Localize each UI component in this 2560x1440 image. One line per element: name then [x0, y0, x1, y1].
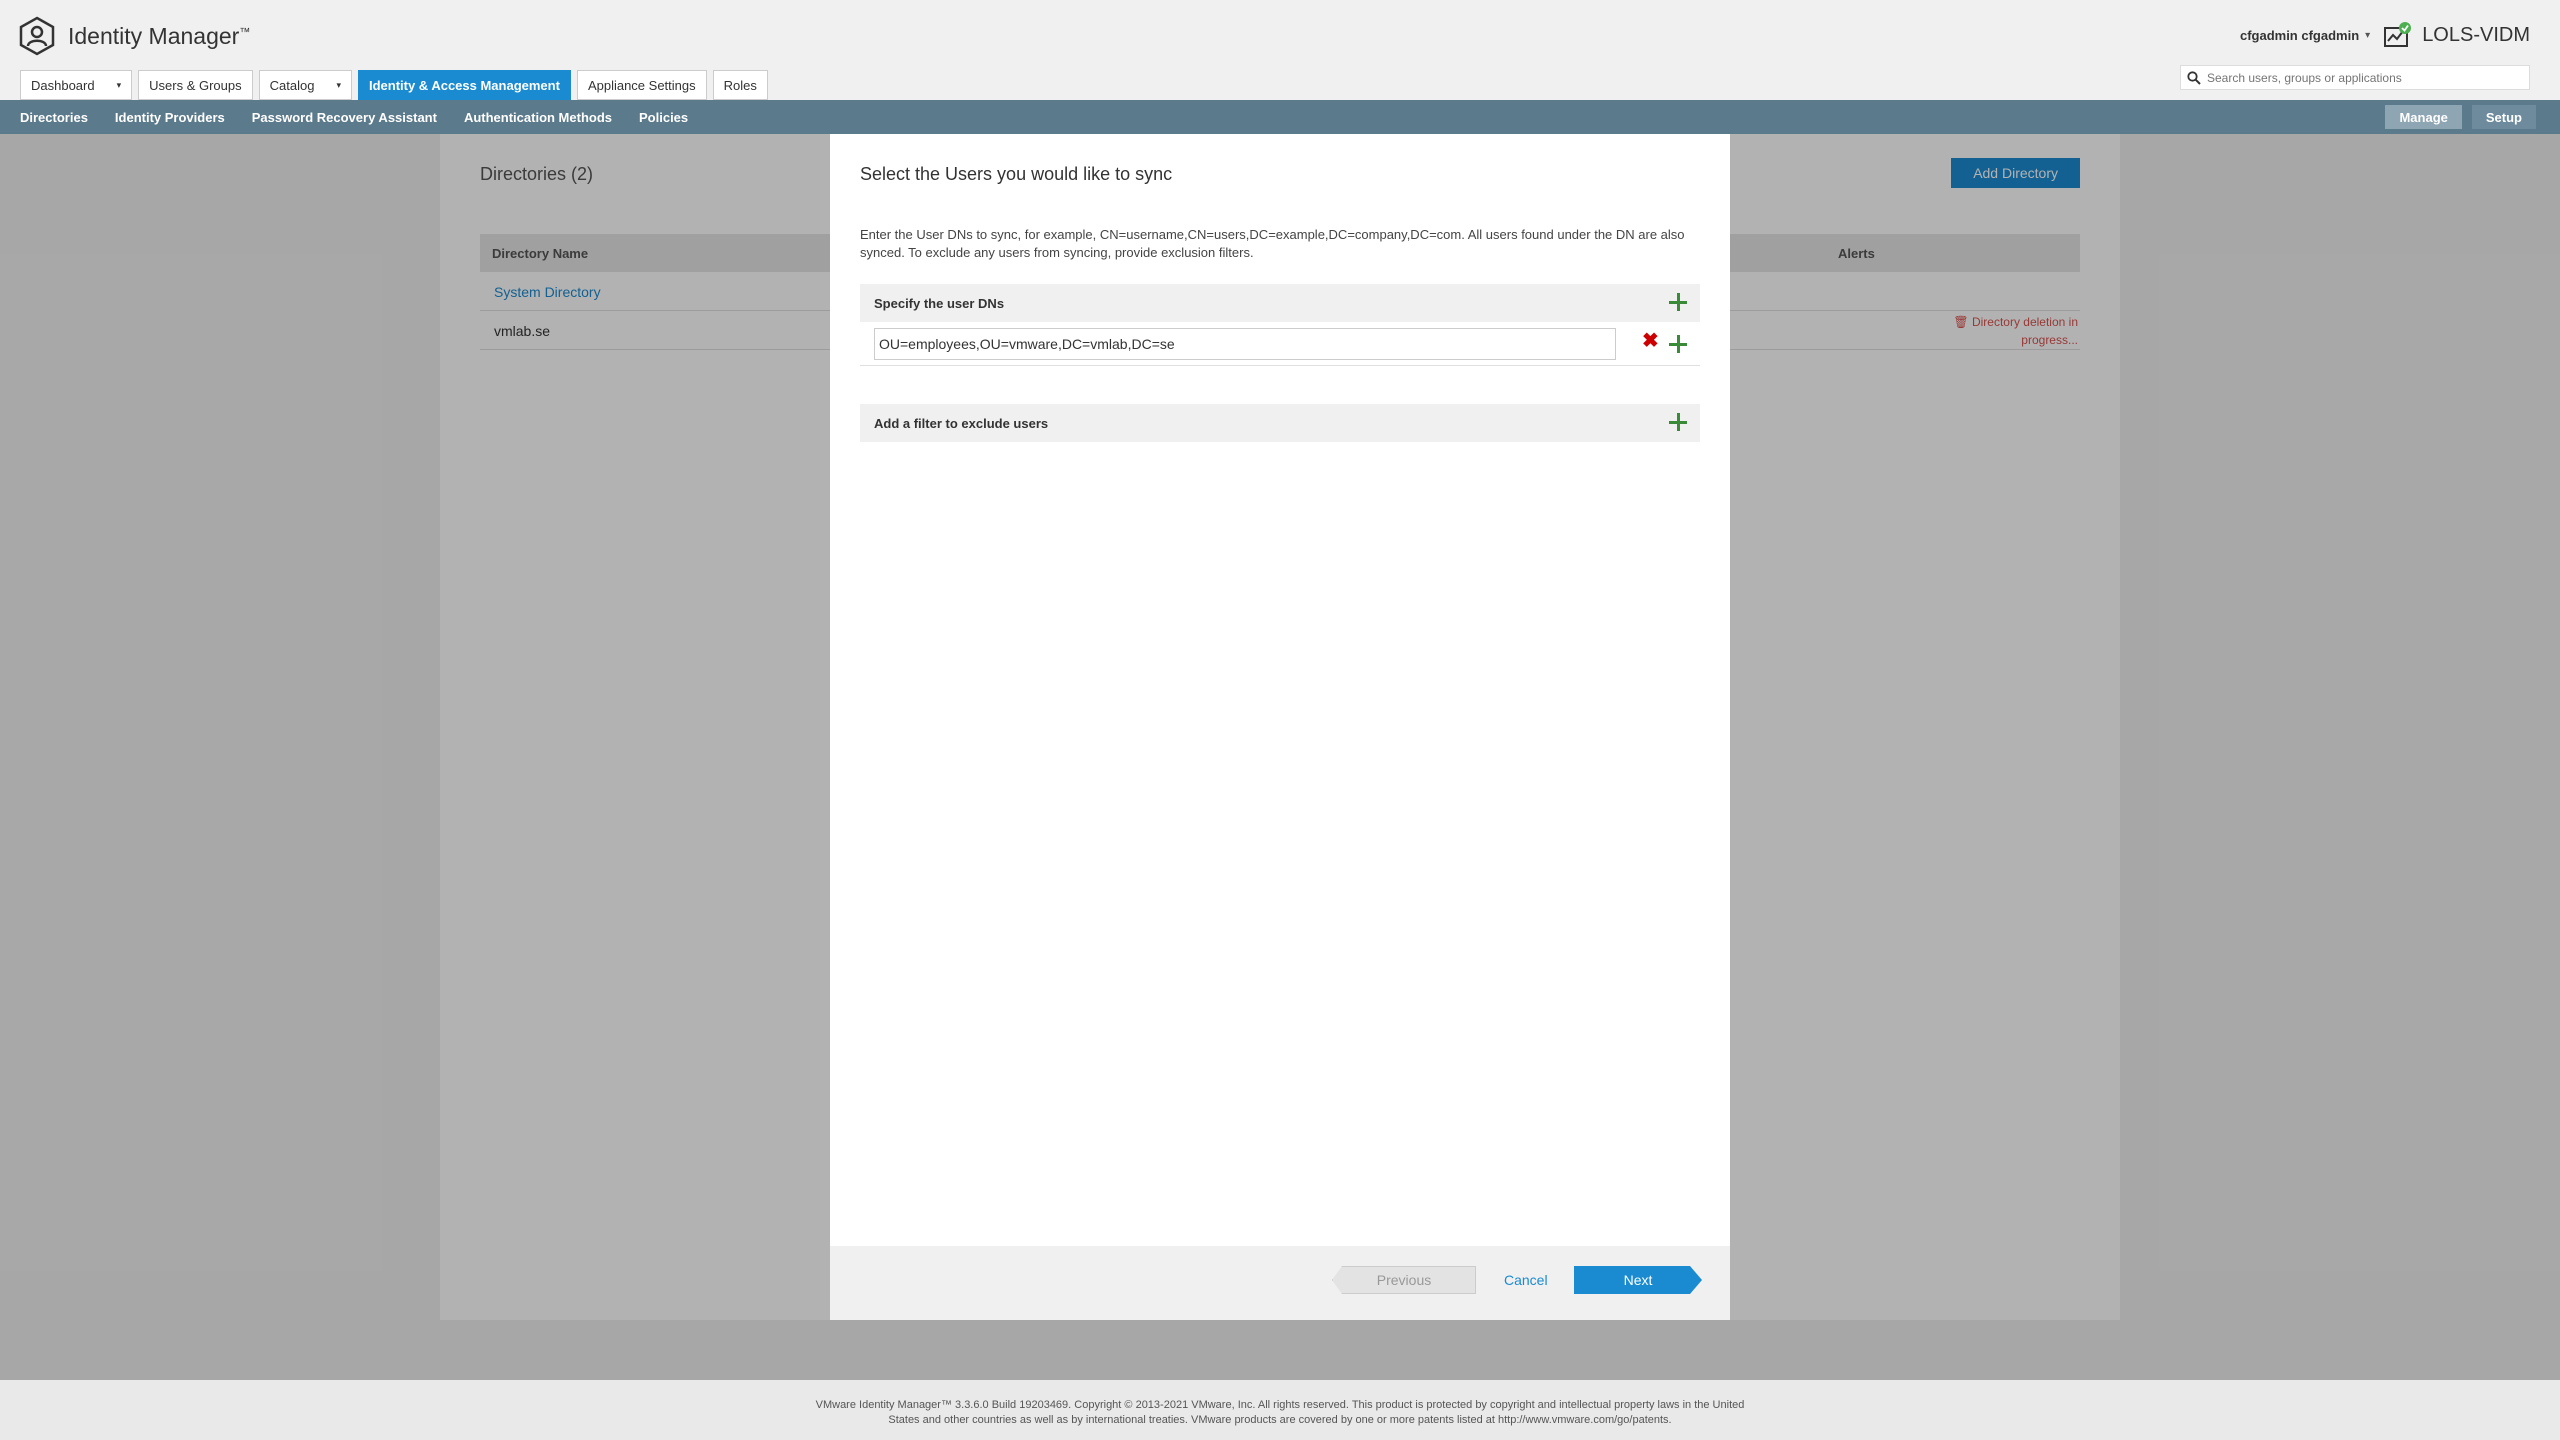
- identity-manager-logo-icon: [19, 16, 55, 56]
- previous-button[interactable]: Previous: [1332, 1266, 1476, 1294]
- search-box: [2180, 65, 2530, 90]
- tenant: LOLS-VIDM: [2384, 22, 2530, 48]
- tab-users-groups[interactable]: Users & Groups: [138, 70, 253, 100]
- section-title: Add a filter to exclude users: [874, 415, 1049, 431]
- subnav-directories[interactable]: Directories: [20, 110, 88, 125]
- tab-roles[interactable]: Roles: [712, 70, 768, 100]
- app-name: Identity Manager™: [68, 22, 251, 49]
- exclude-filter-section: Add a filter to exclude users: [860, 404, 1700, 442]
- footer-patents-line: States and other countries as well as by…: [888, 1414, 1672, 1426]
- chevron-down-icon[interactable]: ▾: [2365, 30, 2370, 41]
- dn-row: ✖: [860, 322, 1700, 366]
- cancel-button[interactable]: Cancel: [1504, 1272, 1548, 1288]
- remove-dn-close-icon[interactable]: ✖: [1642, 328, 1659, 353]
- tab-appliance-settings[interactable]: Appliance Settings: [576, 70, 707, 100]
- user-dns-section: Specify the user DNs: [860, 284, 1700, 322]
- manage-button[interactable]: Manage: [2385, 105, 2462, 129]
- sub-navigation: Directories Identity Providers Password …: [0, 100, 2560, 134]
- dialog-footer: Previous Cancel Next: [830, 1246, 1730, 1320]
- add-dn-row-plus-icon[interactable]: [1666, 332, 1690, 356]
- add-filter-plus-icon[interactable]: [1666, 410, 1690, 434]
- next-button[interactable]: Next: [1574, 1266, 1702, 1294]
- section-title: Specify the user DNs: [874, 295, 1005, 311]
- user-menu[interactable]: cfgadmin cfgadmin: [2240, 28, 2359, 43]
- logo: Identity Manager™: [18, 16, 250, 56]
- sync-users-dialog: Select the Users you would like to sync …: [830, 134, 1730, 1320]
- tab-identity-access-management[interactable]: Identity & Access Management: [357, 70, 571, 100]
- footer: VMware Identity Manager™ 3.3.6.0 Build 1…: [0, 1380, 2560, 1440]
- setup-button[interactable]: Setup: [2471, 105, 2536, 129]
- dialog-description: Enter the User DNs to sync, for example,…: [860, 227, 1685, 260]
- search-input[interactable]: [2207, 70, 2527, 85]
- tab-dashboard[interactable]: Dashboard ▾: [20, 70, 133, 100]
- subnav-identity-providers[interactable]: Identity Providers: [115, 110, 225, 125]
- subnav-authentication-methods[interactable]: Authentication Methods: [464, 110, 612, 125]
- user-dn-input[interactable]: [874, 328, 1616, 360]
- chevron-down-icon[interactable]: ▾: [336, 80, 341, 91]
- subnav-right: Manage Setup: [2385, 105, 2536, 129]
- subnav-policies[interactable]: Policies: [639, 110, 688, 125]
- user-area: cfgadmin cfgadmin ▾ LOLS-VIDM: [2240, 22, 2530, 48]
- tab-catalog[interactable]: Catalog ▾: [258, 70, 352, 100]
- tenant-name: LOLS-VIDM: [2422, 23, 2530, 46]
- footer-copyright-line: VMware Identity Manager™ 3.3.6.0 Build 1…: [815, 1399, 1745, 1411]
- search-icon: [2187, 70, 2201, 85]
- monitor-status-icon: [2384, 22, 2412, 48]
- chevron-down-icon[interactable]: ▾: [117, 80, 122, 91]
- dialog-title: Select the Users you would like to sync: [860, 164, 1173, 184]
- subnav-password-recovery-assistant[interactable]: Password Recovery Assistant: [252, 110, 437, 125]
- app-header: Identity Manager™ cfgadmin cfgadmin ▾ LO…: [0, 0, 2560, 100]
- main-tabs: Dashboard ▾ Users & Groups Catalog ▾ Ident…: [20, 70, 768, 100]
- add-dn-plus-icon[interactable]: [1666, 290, 1690, 314]
